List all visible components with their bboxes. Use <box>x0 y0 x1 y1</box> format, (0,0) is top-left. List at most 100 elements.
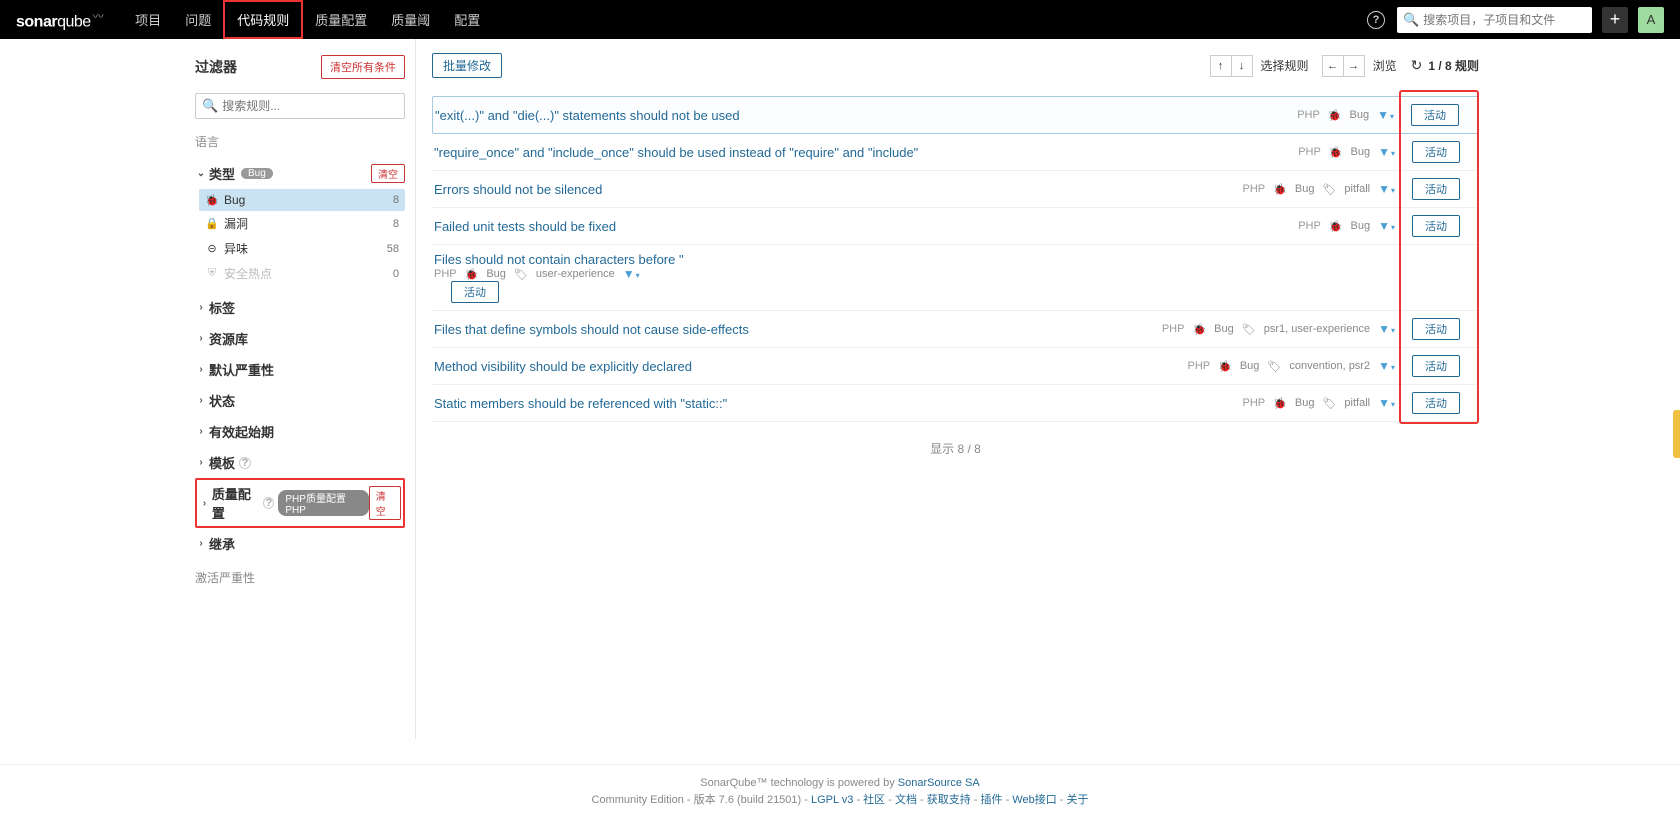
rule-tags: pitfall <box>1344 183 1370 195</box>
type-facet-header[interactable]: ⌄ 类型 Bug 清空 <box>195 158 405 189</box>
search-icon: 🔍 <box>202 98 218 114</box>
chevron-right-icon: › <box>195 457 207 468</box>
footer-link[interactable]: Web接口 <box>1012 794 1056 806</box>
template-facet-header[interactable]: › 模板 ? <box>195 447 405 478</box>
nav-item-0[interactable]: 项目 <box>123 0 173 39</box>
nav-item-5[interactable]: 配置 <box>442 0 492 39</box>
rule-type: Bug <box>1351 220 1371 232</box>
browse-label: 浏览 <box>1373 57 1397 74</box>
select-rule-label: 选择规则 <box>1261 57 1309 74</box>
rule-name-link[interactable]: Errors should not be silenced <box>434 182 1243 197</box>
activate-button[interactable]: 活动 <box>1412 178 1460 200</box>
activate-button[interactable]: 活动 <box>1412 392 1460 414</box>
facet-状态[interactable]: ›状态 <box>195 385 405 416</box>
type-item-Bug[interactable]: 🐞Bug8 <box>199 189 405 211</box>
rule-name-link[interactable]: "require_once" and "include_once" should… <box>434 145 1298 160</box>
filter-icon[interactable]: ▼ <box>1377 108 1394 122</box>
chevron-right-icon: › <box>195 364 207 375</box>
activate-button[interactable]: 活动 <box>1412 141 1460 163</box>
sidebar-search[interactable]: 🔍 <box>195 93 405 119</box>
bulk-change-button[interactable]: 批量修改 <box>432 53 502 78</box>
filter-icon[interactable]: ▼ <box>1378 219 1395 233</box>
activate-button[interactable]: 活动 <box>1412 318 1460 340</box>
rule-language: PHP <box>1298 146 1321 158</box>
help-icon[interactable]: ? <box>263 497 274 509</box>
nav-item-4[interactable]: 质量阈 <box>379 0 442 39</box>
footer-link[interactable]: 插件 <box>981 794 1003 806</box>
rule-name-link[interactable]: Method visibility should be explicitly d… <box>434 359 1188 374</box>
profile-facet-header[interactable]: › 质量配置 ? PHP质量配置 PHP 清空 <box>199 482 401 524</box>
filter-icon[interactable]: ▼ <box>623 267 640 281</box>
profile-badge: PHP质量配置 PHP <box>278 490 368 516</box>
rule-tags: pitfall <box>1344 397 1370 409</box>
activate-button[interactable]: 活动 <box>451 281 499 303</box>
rule-name-link[interactable]: "exit(...)" and "die(...)" statements sh… <box>435 108 1297 123</box>
rule-name-link[interactable]: Failed unit tests should be fixed <box>434 219 1298 234</box>
filter-icon[interactable]: ▼ <box>1378 396 1395 410</box>
tag-icon: 🏷 <box>1267 360 1281 373</box>
activate-button[interactable]: 活动 <box>1411 104 1459 126</box>
next-rule-button[interactable]: ↓ <box>1231 55 1253 77</box>
footer-link[interactable]: 社区 <box>863 794 885 806</box>
nav-item-3[interactable]: 质量配置 <box>303 0 379 39</box>
nav-right-button[interactable]: → <box>1343 55 1365 77</box>
avatar[interactable]: A <box>1638 7 1664 33</box>
reload-icon[interactable]: ↻ <box>1411 57 1423 74</box>
type-item-异味[interactable]: ⊝异味58 <box>199 236 405 261</box>
nav-left-button[interactable]: ← <box>1322 55 1344 77</box>
main-content: 批量修改 ↑ ↓ 选择规则 ← → 浏览 ↻ 1 / 8 规则 "exit(..… <box>415 39 1495 739</box>
facet-资源库[interactable]: ›资源库 <box>195 323 405 354</box>
rule-name-link[interactable]: Files that define symbols should not cau… <box>434 322 1162 337</box>
rule-language: PHP <box>1243 183 1266 195</box>
clear-all-button[interactable]: 清空所有条件 <box>321 55 405 79</box>
global-search-input[interactable] <box>1423 13 1586 27</box>
rule-name-link[interactable]: Files should not contain characters befo… <box>434 252 1477 303</box>
rule-row: Method visibility should be explicitly d… <box>432 348 1479 385</box>
chevron-right-icon: › <box>195 426 207 437</box>
clear-profile-button[interactable]: 清空 <box>369 486 401 520</box>
rule-type: Bug <box>1350 109 1370 121</box>
footer-link[interactable]: 文档 <box>895 794 917 806</box>
footer-sonarsource-link[interactable]: SonarSource SA <box>898 777 980 789</box>
filter-icon[interactable]: ▼ <box>1378 145 1395 159</box>
tag-icon: 🏷 <box>1322 397 1336 410</box>
rule-count: 1 / 8 规则 <box>1428 57 1479 74</box>
footer-link[interactable]: LGPL v3 <box>811 794 853 806</box>
help-icon[interactable]: ? <box>239 457 251 469</box>
chevron-right-icon: › <box>195 302 207 313</box>
rule-name-link[interactable]: Static members should be referenced with… <box>434 396 1243 411</box>
activate-button[interactable]: 活动 <box>1412 215 1460 237</box>
filter-icon[interactable]: ▼ <box>1378 359 1395 373</box>
create-button[interactable]: + <box>1602 7 1628 33</box>
global-search[interactable]: 🔍 <box>1397 7 1592 33</box>
right-edge-tab[interactable] <box>1673 410 1680 458</box>
footer-link[interactable]: 关于 <box>1067 794 1089 806</box>
prev-rule-button[interactable]: ↑ <box>1210 55 1232 77</box>
rule-language: PHP <box>1297 109 1320 121</box>
facet-标签[interactable]: ›标签 <box>195 292 405 323</box>
nav-item-1[interactable]: 问题 <box>173 0 223 39</box>
rule-row: Files that define symbols should not cau… <box>432 311 1479 348</box>
rule-language: PHP <box>1162 323 1185 335</box>
facet-默认严重性[interactable]: ›默认严重性 <box>195 354 405 385</box>
help-icon[interactable]: ? <box>1367 11 1385 29</box>
footer-link[interactable]: 获取支持 <box>927 794 971 806</box>
bug-icon: 🐞 <box>1273 183 1287 196</box>
bug-icon: 🐞 <box>1328 109 1342 122</box>
filters-title: 过滤器 <box>195 57 237 77</box>
rule-search-input[interactable] <box>222 99 398 113</box>
logo[interactable]: sonarqube〰 <box>16 8 103 31</box>
filter-icon[interactable]: ▼ <box>1378 182 1395 196</box>
bug-icon: 🐞 <box>1273 397 1287 410</box>
results-footer: 显示 8 / 8 <box>432 440 1479 457</box>
tag-icon: 🏷 <box>1322 183 1336 196</box>
clear-type-button[interactable]: 清空 <box>371 164 405 183</box>
filter-icon[interactable]: ▼ <box>1378 322 1395 336</box>
activate-button[interactable]: 活动 <box>1412 355 1460 377</box>
nav-item-2[interactable]: 代码规则 <box>223 0 303 39</box>
rule-type: Bug <box>486 268 506 280</box>
inherit-facet-header[interactable]: › 继承 <box>195 528 405 559</box>
facet-有效起始期[interactable]: ›有效起始期 <box>195 416 405 447</box>
rule-language: PHP <box>1243 397 1266 409</box>
type-item-漏洞[interactable]: 🔒漏洞8 <box>199 211 405 236</box>
